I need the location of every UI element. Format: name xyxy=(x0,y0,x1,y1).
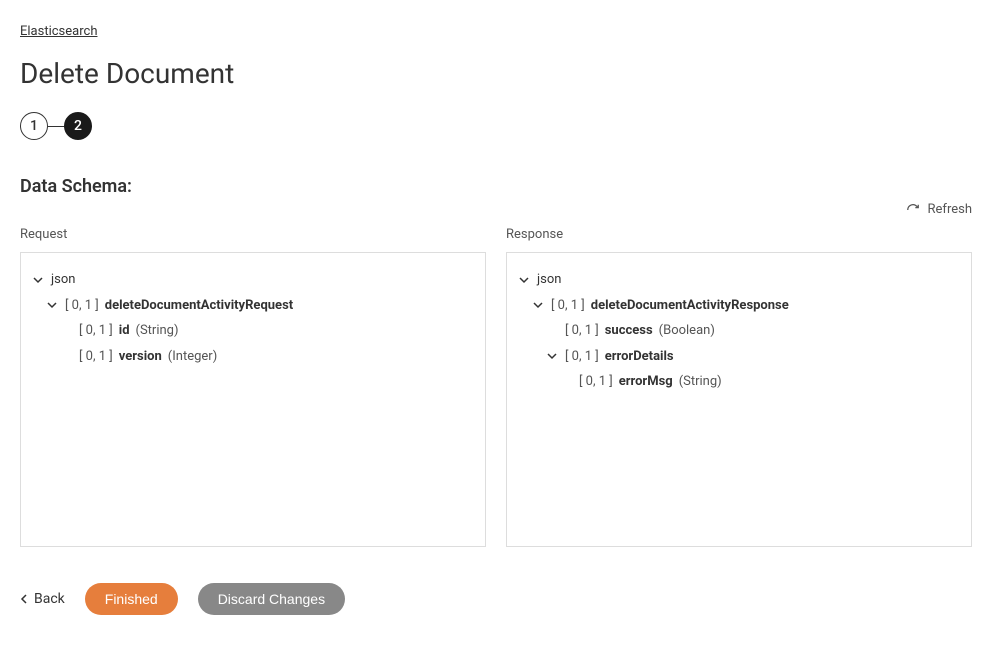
finished-button[interactable]: Finished xyxy=(85,583,178,615)
tree-node-version[interactable]: [ 0, 1 ] version (Integer) xyxy=(31,344,475,370)
tree-node-success[interactable]: [ 0, 1 ] success (Boolean) xyxy=(517,318,961,344)
step-1[interactable]: 1 xyxy=(20,112,48,140)
node-name: success xyxy=(605,321,653,341)
node-name: errorDetails xyxy=(605,347,674,367)
chevron-left-icon xyxy=(20,594,28,604)
node-name: deleteDocumentActivityResponse xyxy=(591,296,789,316)
back-button[interactable]: Back xyxy=(20,591,65,607)
step-connector xyxy=(48,126,64,127)
request-schema-box: json [ 0, 1 ] deleteDocumentActivityRequ… xyxy=(20,252,486,547)
tree-node-json[interactable]: json xyxy=(517,267,961,293)
cardinality: [ 0, 1 ] xyxy=(565,321,599,341)
node-name: version xyxy=(119,347,162,367)
tree-node-id[interactable]: [ 0, 1 ] id (String) xyxy=(31,318,475,344)
chevron-down-icon[interactable] xyxy=(31,275,45,285)
refresh-icon xyxy=(906,203,920,217)
response-label: Response xyxy=(506,227,972,242)
page-title: Delete Document xyxy=(20,57,972,90)
refresh-label: Refresh xyxy=(928,202,972,217)
discard-button[interactable]: Discard Changes xyxy=(198,583,345,615)
node-type: (String) xyxy=(136,321,179,341)
node-type: (Boolean) xyxy=(659,321,715,341)
node-name: deleteDocumentActivityRequest xyxy=(105,296,293,316)
back-label: Back xyxy=(34,591,65,607)
request-label: Request xyxy=(20,227,486,242)
node-type: (Integer) xyxy=(168,347,217,367)
chevron-down-icon[interactable] xyxy=(531,300,545,310)
node-name: errorMsg xyxy=(619,372,673,392)
cardinality: [ 0, 1 ] xyxy=(79,347,113,367)
cardinality: [ 0, 1 ] xyxy=(551,296,585,316)
section-title: Data Schema: xyxy=(20,176,972,197)
tree-node-error-details[interactable]: [ 0, 1 ] errorDetails xyxy=(517,344,961,370)
node-name: id xyxy=(119,321,130,341)
node-label: json xyxy=(51,270,75,290)
breadcrumb-link[interactable]: Elasticsearch xyxy=(20,24,97,39)
tree-node-error-msg[interactable]: [ 0, 1 ] errorMsg (String) xyxy=(517,369,961,395)
node-label: json xyxy=(537,270,561,290)
node-type: (String) xyxy=(679,372,722,392)
refresh-button[interactable]: Refresh xyxy=(906,202,972,217)
stepper: 1 2 xyxy=(20,112,972,140)
chevron-down-icon[interactable] xyxy=(517,275,531,285)
response-schema-box: json [ 0, 1 ] deleteDocumentActivityResp… xyxy=(506,252,972,547)
tree-node-response-main[interactable]: [ 0, 1 ] deleteDocumentActivityResponse xyxy=(517,293,961,319)
cardinality: [ 0, 1 ] xyxy=(65,296,99,316)
tree-node-json[interactable]: json xyxy=(31,267,475,293)
cardinality: [ 0, 1 ] xyxy=(79,321,113,341)
cardinality: [ 0, 1 ] xyxy=(565,347,599,367)
step-2[interactable]: 2 xyxy=(64,112,92,140)
chevron-down-icon[interactable] xyxy=(45,300,59,310)
chevron-down-icon[interactable] xyxy=(545,351,559,361)
tree-node-request-main[interactable]: [ 0, 1 ] deleteDocumentActivityRequest xyxy=(31,293,475,319)
cardinality: [ 0, 1 ] xyxy=(579,372,613,392)
